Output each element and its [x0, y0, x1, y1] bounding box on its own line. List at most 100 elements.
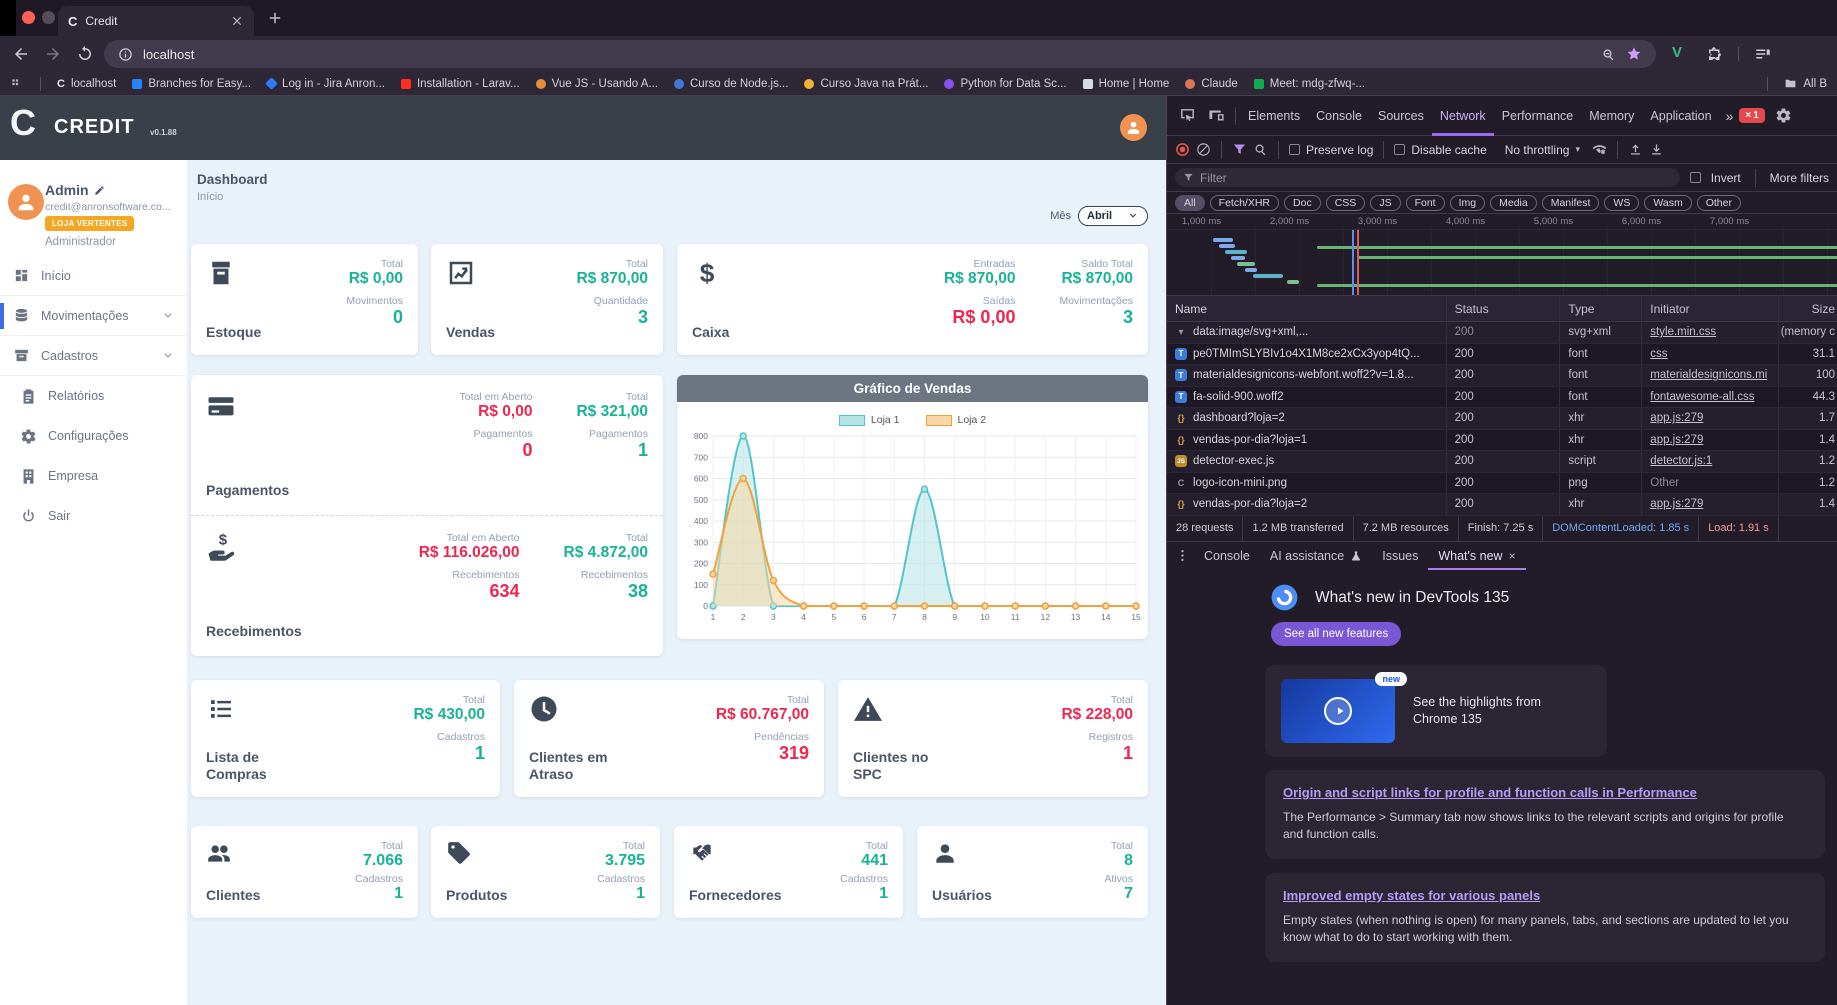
request-initiator[interactable]: Other	[1650, 477, 1679, 489]
table-row[interactable]: {} vendas-por-dia?loja=1 200 xhr app.js:2…	[1167, 429, 1837, 451]
type-chip[interactable]: Media	[1490, 194, 1537, 211]
table-row[interactable]: JS detector-exec.js 200 script detector.j…	[1167, 451, 1837, 473]
tab-close-icon[interactable]	[230, 14, 244, 28]
table-row[interactable]: {} dashboard?loja=2 200 xhr app.js:279 1.…	[1167, 408, 1837, 430]
sidebar-item[interactable]: Empresa	[0, 456, 187, 496]
inspect-element-icon[interactable]	[1179, 107, 1196, 124]
user-avatar[interactable]	[8, 184, 44, 220]
column-header[interactable]: Size	[1779, 296, 1837, 321]
devtools-tab[interactable]: Network	[1432, 96, 1494, 136]
devtools-tab[interactable]: Elements	[1240, 96, 1308, 136]
type-chip[interactable]: Manifest	[1541, 194, 1600, 211]
edit-profile-icon[interactable]	[94, 185, 105, 196]
sidebar-item[interactable]: Movimentações	[0, 296, 187, 336]
bookmark-item[interactable]: Claude	[1185, 78, 1238, 90]
network-conditions-icon[interactable]	[1592, 142, 1607, 157]
type-chip[interactable]: Other	[1696, 194, 1741, 211]
export-har-icon[interactable]	[1649, 142, 1664, 157]
browser-tab[interactable]: C Credit	[58, 6, 254, 36]
drawer-tab-console[interactable]: Console	[1194, 541, 1260, 571]
month-select[interactable]: Abril	[1078, 206, 1148, 226]
zoom-out-icon[interactable]	[1601, 47, 1616, 62]
preserve-log-checkbox[interactable]	[1289, 144, 1300, 155]
table-row[interactable]: Clogo-icon-mini.png 200 png Other 1.2	[1167, 472, 1837, 494]
table-row[interactable]: Tmaterialdesignicons-webfont.woff2?v=1.8…	[1167, 365, 1837, 387]
error-badge[interactable]: × 1	[1739, 108, 1765, 123]
type-chip[interactable]: Font	[1405, 194, 1445, 211]
drawer-tab-whats-new[interactable]: What's new ×	[1428, 541, 1525, 571]
request-initiator[interactable]: style.min.css	[1650, 326, 1716, 338]
sidebar-item[interactable]: Sair	[0, 496, 187, 536]
bookmark-item[interactable]: Meet: mdg-zfwq-...	[1253, 78, 1365, 90]
request-initiator[interactable]: materialdesignicons.mi	[1650, 369, 1767, 381]
bookmark-item[interactable]: Log in - Jira Anron...	[265, 77, 385, 90]
address-bar[interactable]: localhost	[104, 40, 1656, 68]
request-initiator[interactable]: app.js:279	[1650, 498, 1703, 510]
column-header[interactable]: Type	[1560, 296, 1643, 321]
table-row[interactable]: Tfa-solid-900.woff2 200 font fontawesome…	[1167, 386, 1837, 408]
back-button[interactable]	[12, 45, 30, 63]
bookmark-item[interactable]: C localhost	[57, 78, 116, 90]
sidebar-item[interactable]: Configurações	[0, 416, 187, 456]
request-initiator[interactable]: app.js:279	[1650, 434, 1703, 446]
new-tab-button[interactable]	[266, 9, 284, 27]
request-initiator[interactable]: css	[1650, 348, 1667, 360]
minimize-window-button[interactable]	[42, 11, 55, 24]
more-tabs-icon[interactable]: »	[1720, 108, 1740, 124]
vue-devtools-icon[interactable]: V	[1672, 44, 1682, 62]
drawer-tab-issues[interactable]: Issues	[1372, 541, 1428, 571]
table-row[interactable]: {} vendas-por-dia?loja=2 200 xhr app.js:2…	[1167, 494, 1837, 516]
throttling-select[interactable]: No throttling	[1505, 143, 1570, 157]
bookmark-item[interactable]: Branches for Easy...	[132, 78, 251, 90]
filter-icon[interactable]	[1232, 142, 1247, 157]
devtools-tab[interactable]: Console	[1308, 96, 1370, 136]
devtools-tab[interactable]: Performance	[1494, 96, 1582, 136]
invert-checkbox[interactable]	[1689, 172, 1701, 183]
play-icon[interactable]	[1324, 697, 1352, 725]
drawer-tab-ai-assistance[interactable]: AI assistance	[1260, 541, 1372, 571]
more-filters-label[interactable]: More filters	[1770, 171, 1829, 185]
type-chip[interactable]: Wasm	[1644, 194, 1692, 211]
bookmark-item[interactable]: Home | Home	[1082, 78, 1169, 90]
reload-button[interactable]	[76, 45, 94, 63]
see-all-features-button[interactable]: See all new features	[1271, 622, 1402, 646]
column-header[interactable]: Status	[1447, 296, 1561, 321]
reading-list-icon[interactable]	[1754, 45, 1772, 63]
close-window-button[interactable]	[22, 11, 35, 24]
type-chip[interactable]: Doc	[1284, 194, 1321, 211]
request-initiator[interactable]: app.js:279	[1650, 412, 1703, 424]
record-icon[interactable]	[1175, 142, 1190, 157]
devtools-settings-icon[interactable]	[1775, 107, 1792, 124]
type-chip[interactable]: CSS	[1325, 194, 1366, 211]
devtools-tab[interactable]: Sources	[1370, 96, 1432, 136]
sidebar-item[interactable]: Início	[0, 256, 187, 296]
all-bookmarks-button[interactable]: All B	[1784, 77, 1827, 90]
network-overview[interactable]	[1167, 230, 1837, 296]
type-chip[interactable]: All	[1175, 194, 1205, 211]
device-toolbar-icon[interactable]	[1208, 107, 1225, 124]
bookmark-item[interactable]: Vue JS - Usando A...	[535, 78, 658, 90]
header-avatar[interactable]	[1120, 114, 1147, 141]
disable-cache-checkbox[interactable]	[1394, 144, 1406, 155]
bookmark-item[interactable]: Python for Data Sc...	[944, 78, 1067, 90]
type-chip[interactable]: JS	[1370, 194, 1401, 211]
table-row[interactable]: Tpe0TMImSLYBIv1o4X1M8ce2xCx3yop4tQ... 20…	[1167, 343, 1837, 365]
bookmark-item[interactable]: Curso Java na Prát...	[804, 78, 928, 90]
import-har-icon[interactable]	[1628, 142, 1643, 157]
drawer-menu-icon[interactable]	[1175, 548, 1190, 563]
section-title-link[interactable]: Origin and script links for profile and …	[1283, 785, 1807, 800]
url-text[interactable]: localhost	[143, 47, 1591, 62]
type-chip[interactable]: Img	[1449, 194, 1486, 211]
bookmark-star-icon[interactable]	[1626, 46, 1642, 62]
filter-input[interactable]: Filter	[1175, 168, 1680, 187]
close-icon[interactable]: ×	[1509, 549, 1516, 563]
request-initiator[interactable]: fontawesome-all.css	[1650, 391, 1754, 403]
devtools-tab[interactable]: Memory	[1581, 96, 1642, 136]
column-header[interactable]: Initiator	[1642, 296, 1780, 321]
devtools-tab[interactable]: Application	[1642, 96, 1719, 136]
column-header[interactable]: Name	[1167, 296, 1447, 321]
apps-grid-icon[interactable]	[10, 77, 24, 91]
forward-button[interactable]	[44, 45, 62, 63]
site-info-icon[interactable]	[118, 47, 133, 62]
bookmark-item[interactable]: Installation - Larav...	[400, 78, 520, 90]
